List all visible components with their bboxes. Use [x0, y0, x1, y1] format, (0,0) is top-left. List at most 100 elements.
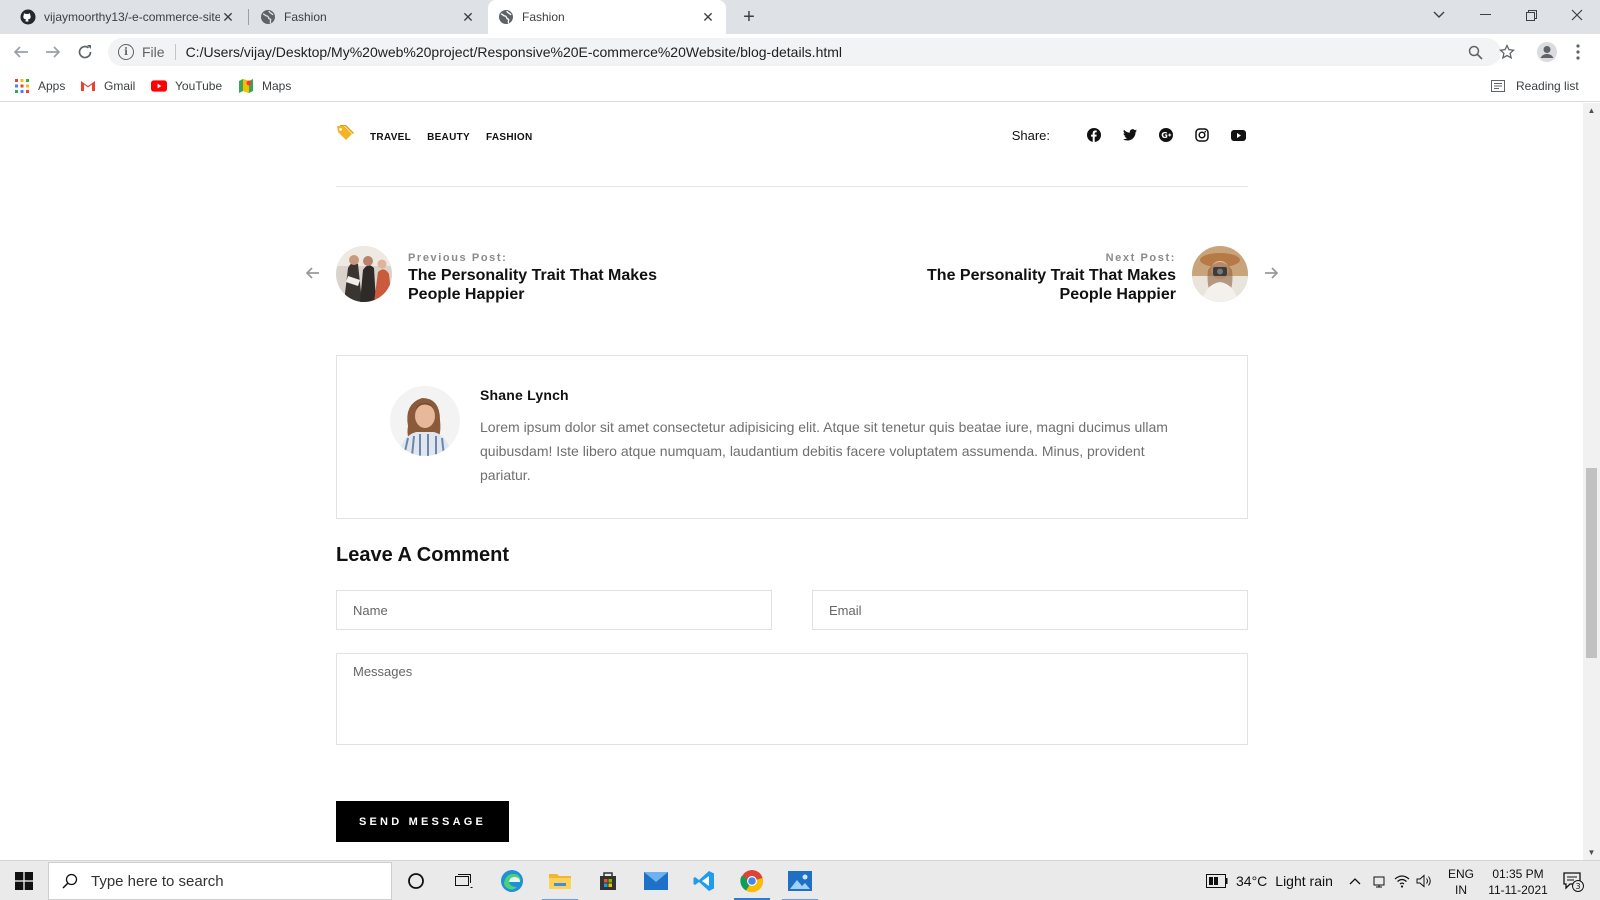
page-scrollbar[interactable]: ▲ ▼ — [1583, 103, 1600, 860]
windows-taskbar: Type here to search 34°C Light rain ENG … — [0, 860, 1600, 900]
svg-text:G: G — [1161, 131, 1168, 140]
name-field[interactable] — [336, 590, 772, 630]
tab-search-chevron-icon[interactable] — [1416, 0, 1462, 30]
weather-text: Light rain — [1275, 873, 1333, 889]
tag-icon — [336, 125, 354, 146]
bookmark-label: Maps — [262, 79, 292, 93]
reading-list[interactable]: Reading list — [1490, 78, 1579, 94]
window-close-icon[interactable] — [1554, 0, 1600, 30]
bookmark-youtube[interactable]: YouTube — [151, 78, 222, 94]
close-icon[interactable]: ✕ — [700, 9, 716, 25]
apps-grid-icon — [14, 78, 30, 94]
cortana-icon[interactable] — [392, 861, 440, 900]
next-post-title[interactable]: The Personality Trait That Makes People … — [916, 266, 1176, 304]
author-bio: Lorem ipsum dolor sit amet consectetur a… — [480, 419, 1168, 483]
edge-browser-icon[interactable] — [488, 861, 536, 900]
share-label: Share: — [1011, 127, 1050, 143]
vscode-icon[interactable] — [680, 861, 728, 900]
notification-count: 3 — [1575, 882, 1580, 891]
clock[interactable]: 01:35 PM 11-11-2021 — [1478, 866, 1558, 898]
globe-icon — [260, 9, 276, 25]
maps-icon — [238, 78, 254, 94]
post-navigation: Previous Post: The Personality Trait Tha… — [305, 241, 1279, 311]
language-indicator[interactable]: ENG IN — [1446, 866, 1476, 898]
next-post-thumbnail[interactable] — [1192, 246, 1248, 302]
search-icon — [61, 873, 79, 889]
bookmark-apps[interactable]: Apps — [14, 78, 65, 94]
file-explorer-icon[interactable] — [536, 861, 584, 900]
volume-icon[interactable] — [1416, 861, 1432, 900]
tab-title: Fashion — [284, 10, 327, 24]
network-icon[interactable] — [1394, 861, 1410, 900]
windows-start-icon[interactable] — [0, 861, 48, 900]
youtube-icon[interactable] — [1228, 125, 1248, 145]
message-field[interactable] — [336, 653, 1248, 745]
previous-post-title[interactable]: The Personality Trait That Makes People … — [408, 266, 668, 304]
address-bar[interactable]: i File C:/Users/vijay/Desktop/My%20web%2… — [108, 38, 1501, 66]
twitter-icon[interactable] — [1120, 125, 1140, 145]
url-text[interactable]: C:/Users/vijay/Desktop/My%20web%20projec… — [186, 44, 842, 60]
tab-fashion-1[interactable]: Fashion ✕ — [250, 0, 486, 34]
zoom-icon[interactable] — [1464, 41, 1486, 63]
browser-tab-strip: vijaymoorthy13/-e-commerce-site ✕ Fashio… — [0, 0, 1600, 34]
previous-post-thumbnail[interactable] — [336, 246, 392, 302]
minimize-icon[interactable] — [1462, 0, 1508, 30]
globe-icon — [498, 9, 514, 25]
tag-link[interactable]: TRAVEL — [370, 132, 411, 143]
browser-toolbar: i File C:/Users/vijay/Desktop/My%20web%2… — [0, 34, 1600, 70]
arrow-right-icon[interactable] — [1264, 266, 1279, 284]
bookmark-gmail[interactable]: Gmail — [80, 78, 135, 94]
share-bar: Share: G — [1012, 125, 1248, 145]
weather-temperature: 34°C — [1236, 873, 1268, 889]
chrome-icon[interactable] — [728, 861, 776, 900]
tab-github[interactable]: vijaymoorthy13/-e-commerce-site ✕ — [10, 0, 246, 34]
browser-menu-icon[interactable] — [1568, 41, 1588, 63]
taskbar-search-box[interactable]: Type here to search — [48, 862, 392, 900]
tab-fashion-active[interactable]: Fashion ✕ — [488, 0, 726, 34]
instagram-icon[interactable] — [1192, 125, 1212, 145]
tag-link[interactable]: BEAUTY — [427, 132, 470, 143]
photos-icon[interactable] — [776, 861, 824, 900]
avatar — [390, 386, 460, 456]
microsoft-store-icon[interactable] — [584, 861, 632, 900]
meet-now-icon[interactable] — [1372, 861, 1386, 900]
bookmark-maps[interactable]: Maps — [238, 78, 291, 94]
facebook-icon[interactable] — [1084, 125, 1104, 145]
reload-icon[interactable] — [73, 40, 97, 64]
mail-icon[interactable] — [632, 861, 680, 900]
tag-link[interactable]: FASHION — [486, 132, 533, 143]
notifications-icon[interactable]: 3 — [1562, 861, 1584, 900]
close-icon[interactable]: ✕ — [460, 9, 476, 25]
weather-widget[interactable]: 34°C Light rain — [1206, 861, 1333, 900]
tab-title: vijaymoorthy13/-e-commerce-site — [44, 10, 220, 24]
email-field[interactable] — [812, 590, 1248, 630]
bookmark-label: Gmail — [104, 79, 136, 93]
site-info-icon[interactable]: i — [118, 44, 134, 60]
author-name: Shane Lynch — [480, 387, 569, 403]
clock-time: 01:35 PM — [1492, 867, 1544, 881]
previous-post-label: Previous Post: — [408, 252, 508, 264]
scroll-up-icon[interactable]: ▲ — [1587, 106, 1596, 115]
protocol-label: File — [142, 44, 176, 60]
forward-icon[interactable] — [41, 40, 65, 64]
page-viewport: TRAVEL BEAUTY FASHION Share: G Previous … — [0, 103, 1583, 860]
scrollbar-thumb[interactable] — [1586, 468, 1597, 658]
back-icon[interactable] — [9, 40, 33, 64]
bookmark-star-icon[interactable] — [1496, 41, 1518, 63]
google-plus-icon[interactable]: G — [1156, 125, 1176, 145]
profile-avatar-icon[interactable] — [1536, 41, 1558, 63]
send-message-button[interactable]: SEND MESSAGE — [336, 801, 509, 842]
close-icon[interactable]: ✕ — [220, 9, 236, 25]
arrow-left-icon[interactable] — [305, 266, 320, 284]
new-tab-icon[interactable]: + — [737, 5, 761, 29]
restore-icon[interactable] — [1508, 0, 1554, 30]
task-view-icon[interactable] — [440, 861, 488, 900]
show-hidden-icons-chevron-icon[interactable] — [1349, 861, 1361, 900]
bookmarks-bar: Apps Gmail YouTube Maps Reading list — [0, 70, 1600, 102]
reading-list-icon — [1490, 78, 1506, 94]
author-box: Shane Lynch Lorem ipsum dolor sit amet c… — [336, 355, 1248, 519]
bookmark-label: YouTube — [175, 79, 223, 93]
scroll-down-icon[interactable]: ▼ — [1587, 848, 1596, 857]
clock-date: 11-11-2021 — [1488, 883, 1548, 897]
battery-icon — [1206, 874, 1228, 888]
